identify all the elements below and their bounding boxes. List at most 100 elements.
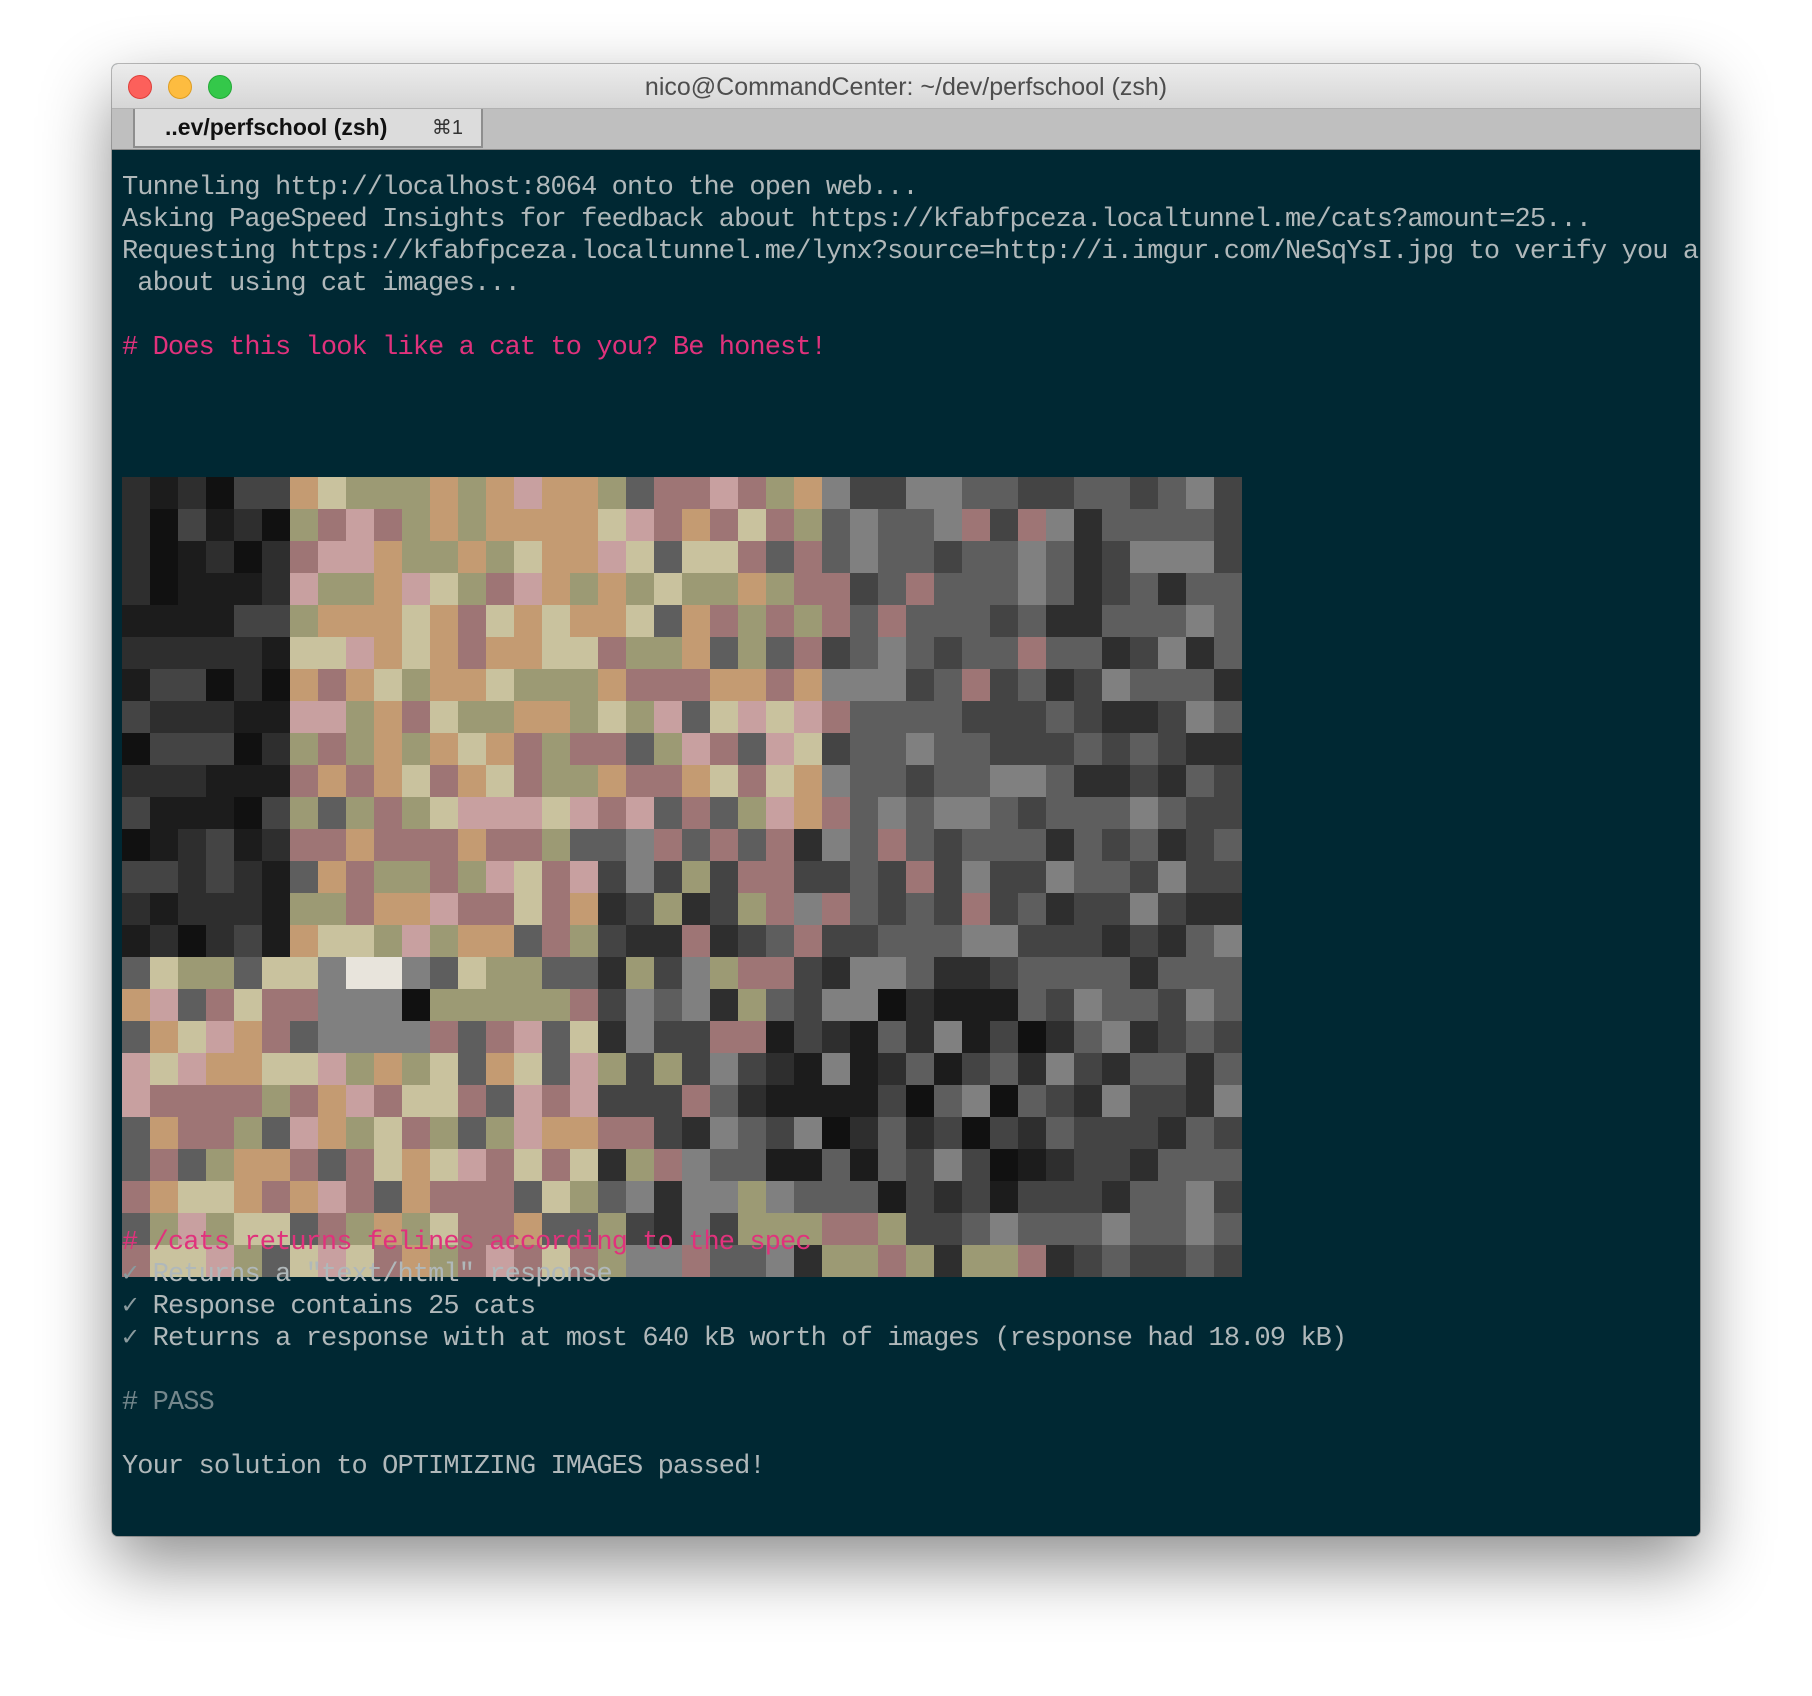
image-pixel	[766, 1181, 794, 1213]
image-pixel	[598, 829, 626, 861]
image-pixel	[150, 733, 178, 765]
image-pixel	[962, 989, 990, 1021]
image-pixel	[598, 637, 626, 669]
image-pixel	[206, 957, 234, 989]
image-pixel	[570, 989, 598, 1021]
image-pixel	[570, 1021, 598, 1053]
image-pixel	[262, 957, 290, 989]
image-pixel	[934, 733, 962, 765]
image-pixel	[346, 765, 374, 797]
image-pixel	[178, 573, 206, 605]
image-pixel	[626, 1117, 654, 1149]
image-pixel	[458, 573, 486, 605]
output-line: Tunneling http://localhost:8064 onto the…	[122, 173, 919, 203]
image-pixel	[570, 477, 598, 509]
image-pixel	[150, 477, 178, 509]
image-pixel	[766, 893, 794, 925]
image-pixel	[402, 605, 430, 637]
image-pixel	[150, 829, 178, 861]
image-pixel	[318, 509, 346, 541]
image-pixel	[1130, 861, 1158, 893]
image-pixel	[150, 797, 178, 829]
image-pixel	[1018, 1181, 1046, 1213]
image-pixel	[1130, 893, 1158, 925]
image-pixel	[1214, 733, 1242, 765]
image-pixel	[1158, 989, 1186, 1021]
image-pixel	[934, 701, 962, 733]
image-pixel	[514, 573, 542, 605]
image-pixel	[290, 701, 318, 733]
image-pixel	[738, 1085, 766, 1117]
image-pixel	[514, 605, 542, 637]
image-pixel	[598, 669, 626, 701]
image-pixel	[486, 957, 514, 989]
image-pixel	[794, 1085, 822, 1117]
image-pixel	[906, 605, 934, 637]
image-pixel	[738, 861, 766, 893]
tab-perfschool[interactable]: ..ev/perfschool (zsh) ⌘1	[133, 109, 483, 148]
image-pixel	[290, 925, 318, 957]
image-pixel	[766, 1021, 794, 1053]
image-pixel	[514, 669, 542, 701]
image-pixel	[626, 765, 654, 797]
image-pixel	[990, 1085, 1018, 1117]
image-pixel	[1102, 605, 1130, 637]
image-pixel	[346, 1117, 374, 1149]
image-pixel	[234, 701, 262, 733]
image-pixel	[1130, 989, 1158, 1021]
image-pixel	[906, 637, 934, 669]
image-pixel	[654, 829, 682, 861]
image-pixel	[542, 861, 570, 893]
image-pixel	[1186, 861, 1214, 893]
check-icon: ✓	[122, 1292, 138, 1322]
image-pixel	[850, 765, 878, 797]
image-pixel	[990, 861, 1018, 893]
image-pixel	[1186, 637, 1214, 669]
image-pixel	[514, 1117, 542, 1149]
image-pixel	[178, 765, 206, 797]
image-pixel	[514, 477, 542, 509]
image-pixel	[682, 1181, 710, 1213]
image-pixel	[122, 477, 150, 509]
image-pixel	[1102, 1117, 1130, 1149]
image-pixel	[234, 669, 262, 701]
image-pixel	[682, 861, 710, 893]
image-pixel	[1074, 1085, 1102, 1117]
image-pixel	[178, 861, 206, 893]
image-pixel	[514, 861, 542, 893]
title-bar[interactable]: nico@CommandCenter: ~/dev/perfschool (zs…	[112, 64, 1700, 109]
image-pixel	[794, 1053, 822, 1085]
image-pixel	[458, 765, 486, 797]
image-pixel	[766, 605, 794, 637]
image-pixel	[150, 1053, 178, 1085]
image-pixel	[906, 1117, 934, 1149]
image-pixel	[514, 797, 542, 829]
image-pixel	[906, 1085, 934, 1117]
image-pixel	[206, 1117, 234, 1149]
image-pixel	[626, 1181, 654, 1213]
image-pixel	[150, 989, 178, 1021]
image-pixel	[262, 509, 290, 541]
image-pixel	[1214, 1085, 1242, 1117]
image-pixel	[206, 861, 234, 893]
terminal-output[interactable]: Tunneling http://localhost:8064 onto the…	[112, 150, 1700, 1536]
image-pixel	[738, 509, 766, 541]
image-pixel	[318, 893, 346, 925]
image-pixel	[150, 701, 178, 733]
image-pixel	[654, 605, 682, 637]
image-pixel	[570, 1181, 598, 1213]
image-pixel	[654, 1181, 682, 1213]
image-pixel	[1186, 1021, 1214, 1053]
image-pixel	[430, 861, 458, 893]
image-pixel	[122, 637, 150, 669]
image-pixel	[1186, 701, 1214, 733]
image-pixel	[430, 957, 458, 989]
image-pixel	[1018, 1213, 1046, 1245]
image-pixel	[1214, 1117, 1242, 1149]
image-pixel	[514, 1085, 542, 1117]
image-pixel	[1186, 893, 1214, 925]
image-pixel	[738, 1181, 766, 1213]
image-pixel	[486, 1149, 514, 1181]
image-pixel	[458, 733, 486, 765]
image-pixel	[430, 1181, 458, 1213]
